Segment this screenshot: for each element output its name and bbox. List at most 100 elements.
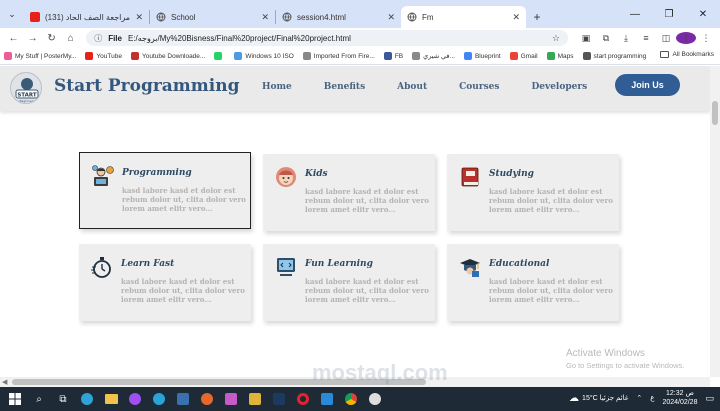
bookmark-label: My Stuff | PosterMy...	[15, 52, 77, 60]
nav-benefits[interactable]: Benefits	[324, 82, 365, 92]
card-kids[interactable]: Kids kasd labore kasd et dolor est rebum…	[263, 154, 435, 231]
address-url[interactable]: E:/بروجه/My%20Bisness/Final%20project/Fi…	[128, 34, 552, 43]
card-title: Educational	[489, 259, 550, 269]
extension-icon[interactable]: ▣	[576, 33, 596, 44]
bookmark-item[interactable]: YouTube	[85, 52, 122, 60]
card-programming[interactable]: Programming kasd labore kasd et dolor es…	[79, 152, 251, 229]
bookmark-item[interactable]: Windows 10 ISO	[234, 52, 294, 60]
app-icon[interactable]	[222, 390, 240, 408]
tray-chevron-icon[interactable]: ⌃	[636, 394, 642, 402]
back-arrow-icon[interactable]: ←	[4, 33, 23, 44]
side-panel-icon[interactable]: ◫	[656, 33, 676, 44]
bookmark-favicon-icon	[546, 52, 555, 60]
bookmark-item[interactable]: FB	[383, 52, 404, 60]
card-text: kasd labore kasd et dolor est rebum dolo…	[489, 277, 613, 304]
profile-avatar[interactable]: I	[675, 32, 696, 44]
info-icon[interactable]: ⓘ	[94, 33, 102, 44]
page-viewport: START Beginners Start Programming Home B…	[0, 66, 710, 377]
nav-home[interactable]: Home	[262, 82, 292, 92]
nav-about[interactable]: About	[397, 82, 427, 92]
address-bar[interactable]: ⓘ File E:/بروجه/My%20Bisness/Final%20pro…	[86, 30, 568, 46]
search-icon[interactable]: ⌕	[30, 390, 48, 408]
telegram-icon[interactable]	[150, 390, 168, 408]
all-bookmarks[interactable]: All Bookmarks	[660, 51, 714, 58]
card-learn-fast[interactable]: Learn Fast kasd labore kasd et dolor est…	[79, 244, 251, 321]
brand-title[interactable]: Start Programming	[54, 76, 240, 96]
reading-list-icon[interactable]: ≡	[636, 33, 656, 43]
bookmark-item[interactable]: Gmail	[509, 52, 538, 60]
app-icon[interactable]	[174, 390, 192, 408]
bookmark-star-icon[interactable]: ☆	[552, 33, 560, 44]
opera-icon[interactable]	[294, 390, 312, 408]
clock[interactable]: 12:32 ص 2024/02/28	[662, 389, 697, 407]
edge-icon[interactable]	[78, 390, 96, 408]
app-glyph	[177, 393, 189, 405]
notification-icon[interactable]: ▭	[705, 393, 714, 404]
extensions-area: ▣ ⧉ ⤓ ≡ ◫ I ⋮	[576, 32, 716, 44]
download-icon[interactable]: ⤓	[616, 33, 636, 44]
card-studying[interactable]: Studying kasd labore kasd et dolor est r…	[447, 154, 619, 231]
tab-title: Fm	[422, 12, 434, 22]
vertical-scrollbar[interactable]	[710, 66, 720, 377]
language-indicator[interactable]: ع	[650, 394, 654, 402]
photoshop-icon[interactable]	[270, 390, 288, 408]
tab-session4[interactable]: session4.html ✕	[276, 6, 401, 28]
minimize-icon[interactable]: —	[618, 9, 652, 20]
firefox-icon[interactable]	[198, 390, 216, 408]
close-icon[interactable]: ✕	[261, 12, 269, 23]
reload-icon[interactable]: ↻	[42, 33, 61, 44]
bookmark-item[interactable]: Blueprint	[463, 52, 501, 60]
new-tab-button[interactable]: +	[526, 6, 548, 28]
globe-icon	[156, 12, 166, 22]
close-icon[interactable]: ✕	[387, 12, 395, 23]
activate-windows-notice: Activate Windows Go to Settings to activ…	[566, 348, 684, 370]
card-text: kasd labore kasd et dolor est rebum dolo…	[121, 277, 245, 304]
tab-fm-active[interactable]: Fm ✕	[401, 6, 526, 28]
bookmark-item[interactable]: My Stuff | PosterMy...	[4, 52, 76, 60]
close-window-icon[interactable]: ✕	[686, 9, 720, 20]
puzzle-extensions-icon[interactable]: ⧉	[596, 33, 616, 44]
close-icon[interactable]: ✕	[135, 12, 143, 23]
card-fun-learning[interactable]: Fun Learning kasd labore kasd et dolor e…	[263, 244, 435, 321]
bookmark-item[interactable]: Imported From Fire...	[302, 52, 375, 60]
nav-courses[interactable]: Courses	[459, 82, 499, 92]
home-icon[interactable]: ⌂	[61, 33, 80, 44]
bookmark-item[interactable]: Maps	[546, 52, 574, 60]
messenger-icon[interactable]	[126, 390, 144, 408]
vscode-icon[interactable]	[318, 390, 336, 408]
app-icon[interactable]	[246, 390, 264, 408]
scrollbar-thumb[interactable]	[712, 101, 718, 125]
bookmark-favicon-icon	[509, 52, 518, 60]
menu-dots-icon[interactable]: ⋮	[696, 33, 716, 44]
file-explorer-icon[interactable]	[102, 390, 120, 408]
app-icon[interactable]	[366, 390, 384, 408]
card-educational[interactable]: Educational kasd labore kasd et dolor es…	[447, 244, 619, 321]
chrome-icon[interactable]	[342, 390, 360, 408]
join-us-button[interactable]: Join Us	[615, 74, 680, 96]
site-logo[interactable]: START Beginners	[10, 72, 42, 104]
programmer-icon	[92, 165, 114, 186]
bookmark-label: FB	[394, 52, 404, 60]
bookmark-favicon-icon	[582, 52, 591, 60]
tab-search-chevron-icon[interactable]: ⌄	[0, 0, 24, 28]
close-icon[interactable]: ✕	[512, 12, 520, 23]
tab-school[interactable]: School ✕	[150, 6, 275, 28]
clock-time: 12:32 ص	[665, 390, 694, 397]
forward-arrow-icon[interactable]: →	[23, 33, 42, 44]
task-view-icon[interactable]: ⧉	[54, 390, 72, 408]
bookmark-favicon-icon	[4, 52, 12, 60]
windows-start-icon[interactable]	[6, 390, 24, 408]
bookmark-favicon-icon	[234, 52, 243, 60]
globe-icon	[407, 12, 417, 22]
bookmark-item[interactable]: في شيري...	[412, 52, 455, 60]
bookmark-item[interactable]: Youtube Downloade...	[130, 52, 205, 60]
weather-text[interactable]: 15°C غائم جزئيا	[582, 394, 628, 402]
scroll-left-arrow-icon[interactable]: ◀	[2, 378, 7, 386]
tab-youtube[interactable]: (131) جلسة مراجعة الصف الحاد... ✕	[24, 6, 149, 28]
bookmark-label: start programming	[593, 52, 647, 60]
graduate-icon	[460, 259, 480, 277]
bookmark-item[interactable]: start programming	[582, 52, 647, 60]
bookmark-item[interactable]	[214, 52, 225, 60]
restore-icon[interactable]: ❐	[652, 9, 686, 20]
nav-developers[interactable]: Developers	[531, 82, 587, 92]
